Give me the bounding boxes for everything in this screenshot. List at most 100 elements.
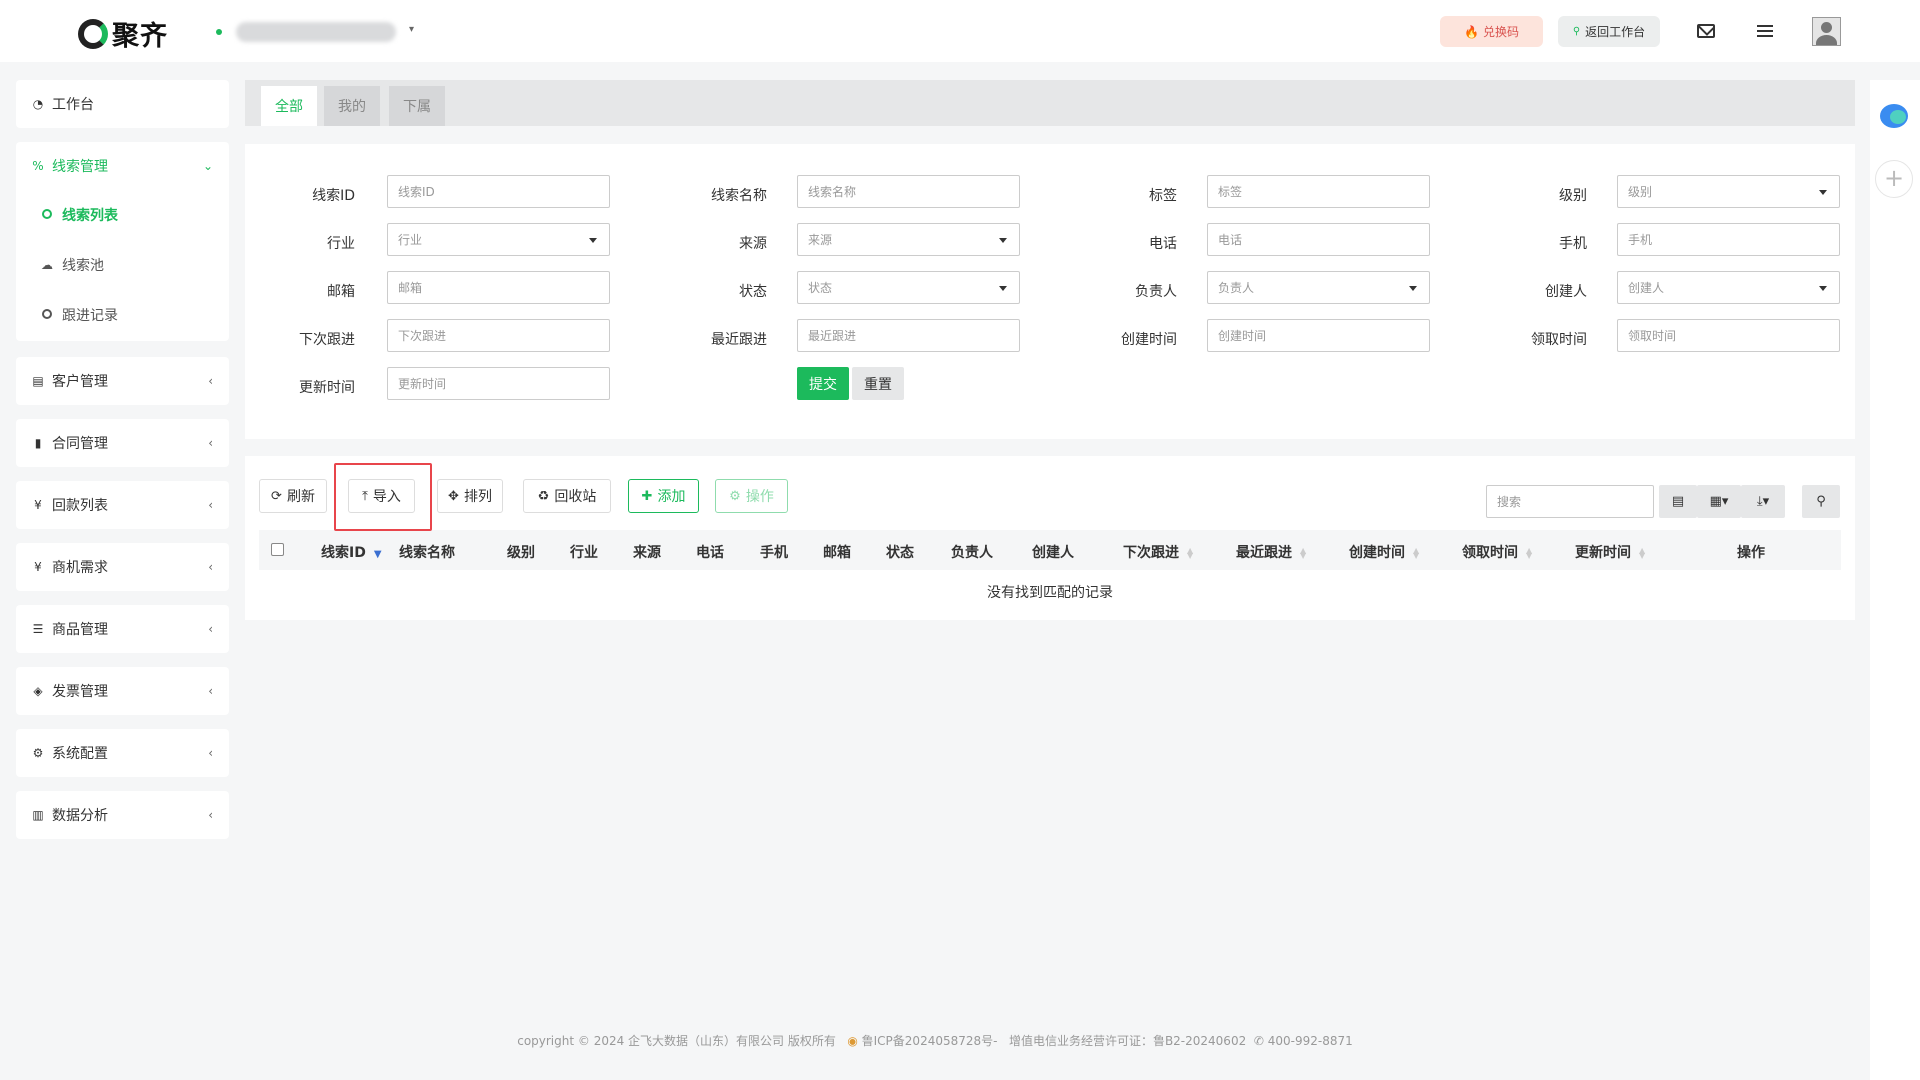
next-follow-input[interactable]: 下次跟进: [387, 319, 610, 352]
refresh-icon: ⟳: [271, 488, 282, 504]
sidebar-item-payments[interactable]: ¥ 回款列表 ‹: [16, 481, 229, 529]
export-dropdown-button[interactable]: ⤓▾: [1741, 485, 1785, 518]
sidebar-item-leads[interactable]: % 线索管理 ⌄: [16, 142, 229, 190]
last-follow-label: 最近跟进: [711, 332, 767, 348]
columns-dropdown-button[interactable]: ▦▾: [1697, 485, 1741, 518]
column-header[interactable]: 更新时间 ▲ ▼: [1575, 542, 1645, 562]
tag-input[interactable]: 标签: [1207, 175, 1430, 208]
sidebar-item-opportunities[interactable]: ¥ 商机需求 ‹: [16, 543, 229, 591]
industry-select[interactable]: 行业: [387, 223, 610, 256]
toggle-view-button[interactable]: ▤: [1659, 485, 1697, 518]
hamburger-menu-icon[interactable]: [1752, 18, 1778, 44]
lead-id-label: 线索ID: [312, 188, 355, 204]
email-label: 邮箱: [327, 284, 355, 300]
lead-id-input[interactable]: 线索ID: [387, 175, 610, 208]
refresh-button[interactable]: ⟳ 刷新: [259, 479, 327, 513]
sidebar-item-label: 商机需求: [52, 560, 108, 576]
license-text: 增值电信业务经营许可证：鲁B2-20240602: [1008, 1034, 1247, 1048]
sidebar-item-contracts[interactable]: ▮ 合同管理 ‹: [16, 419, 229, 467]
tab-all[interactable]: 全部: [261, 86, 317, 126]
sidebar-item-workbench[interactable]: ◔ 工作台: [16, 80, 229, 128]
column-header[interactable]: 线索ID ▼: [321, 542, 382, 562]
source-select[interactable]: 来源: [797, 223, 1020, 256]
table-search-input[interactable]: 搜索: [1486, 485, 1654, 518]
operate-button[interactable]: ⚙ 操作: [715, 479, 788, 513]
updated-time-input[interactable]: 更新时间: [387, 367, 610, 400]
lead-name-label: 线索名称: [711, 188, 767, 204]
column-header[interactable]: 创建时间 ▲ ▼: [1349, 542, 1419, 562]
sidebar-item-customers[interactable]: ▤ 客户管理 ‹: [16, 357, 229, 405]
plus-icon[interactable]: +: [1875, 160, 1913, 198]
chevron-left-icon: ‹: [208, 374, 213, 388]
sidebar-subitem-lead-list[interactable]: 线索列表: [16, 190, 229, 240]
gears-icon: ⚙: [32, 746, 44, 760]
creator-select[interactable]: 创建人: [1617, 271, 1840, 304]
owner-select[interactable]: 负责人: [1207, 271, 1430, 304]
sidebar-contracts-card: ▮ 合同管理 ‹: [16, 419, 229, 467]
mobile-input[interactable]: 手机: [1617, 223, 1840, 256]
column-header[interactable]: 下次跟进 ▲ ▼: [1123, 542, 1193, 562]
phone-text: 400-992-8871: [1267, 1034, 1353, 1048]
phone-input[interactable]: 电话: [1207, 223, 1430, 256]
column-header: 状态: [886, 545, 914, 561]
lead-name-input[interactable]: 线索名称: [797, 175, 1020, 208]
caret-down-icon[interactable]: ▾: [409, 24, 414, 35]
sidebar-item-invoices[interactable]: ◈ 发票管理 ‹: [16, 667, 229, 715]
logo[interactable]: 聚齐: [78, 14, 168, 53]
sidebar-item-label: 合同管理: [52, 436, 108, 452]
chevron-left-icon: ‹: [208, 498, 213, 512]
add-button[interactable]: ✚ 添加: [628, 479, 699, 513]
sidebar-products-card: ☰ 商品管理 ‹: [16, 605, 229, 653]
level-select[interactable]: 级别: [1617, 175, 1840, 208]
chat-icon[interactable]: [1880, 104, 1908, 128]
created-time-input[interactable]: 创建时间: [1207, 319, 1430, 352]
refresh-label: 刷新: [286, 489, 315, 505]
reset-button[interactable]: 重置: [852, 367, 904, 400]
sidebar-item-label: 系统配置: [52, 746, 108, 762]
redeem-code-button[interactable]: 🔥 兑换码: [1440, 16, 1543, 47]
email-input[interactable]: 邮箱: [387, 271, 610, 304]
column-header: 行业: [570, 545, 598, 561]
tab-subordinates[interactable]: 下属: [389, 86, 445, 126]
next-follow-label: 下次跟进: [299, 332, 355, 348]
sidebar-subitem-follow-records[interactable]: 跟进记录: [16, 290, 229, 340]
org-switcher[interactable]: [236, 22, 396, 42]
sidebar-customers-card: ▤ 客户管理 ‹: [16, 357, 229, 405]
right-rail: +: [1870, 80, 1920, 1080]
tags-icon: ◈: [33, 684, 43, 698]
sidebar-item-analytics[interactable]: ▥ 数据分析 ‹: [16, 791, 229, 839]
sidebar-item-products[interactable]: ☰ 商品管理 ‹: [16, 605, 229, 653]
percent-icon: %: [32, 159, 44, 173]
phone-label: 电话: [1149, 236, 1177, 252]
source-label: 来源: [739, 236, 767, 252]
recycle-bin-button[interactable]: ♻ 回收站: [523, 479, 611, 513]
sidebar-subitem-lead-pool[interactable]: ☁ 线索池: [16, 240, 229, 290]
tab-mine[interactable]: 我的: [324, 86, 380, 126]
search-button[interactable]: ⚲: [1802, 485, 1840, 518]
column-header[interactable]: 领取时间 ▲ ▼: [1462, 542, 1532, 562]
avatar[interactable]: [1812, 17, 1841, 46]
column-header[interactable]: 最近跟进 ▲ ▼: [1236, 542, 1306, 562]
last-follow-input[interactable]: 最近跟进: [797, 319, 1020, 352]
status-select[interactable]: 状态: [797, 271, 1020, 304]
mail-icon[interactable]: [1693, 18, 1719, 44]
chevron-left-icon: ‹: [208, 622, 213, 636]
plus-icon: ✚: [641, 488, 653, 504]
columns-button[interactable]: ✥ 排列: [437, 479, 503, 513]
sort-icon: ▲ ▼: [1300, 546, 1307, 560]
icp-link[interactable]: 鲁ICP备2024058728号-: [862, 1034, 998, 1048]
column-header: 负责人: [951, 545, 993, 561]
submit-button[interactable]: 提交: [797, 367, 849, 400]
claimed-time-input[interactable]: 领取时间: [1617, 319, 1840, 352]
cloud-icon: ☁: [41, 258, 53, 272]
sidebar-item-settings[interactable]: ⚙ 系统配置 ‹: [16, 729, 229, 777]
back-to-workbench-button[interactable]: ⚲ 返回工作台: [1558, 16, 1660, 47]
sidebar-item-label: 商品管理: [52, 622, 108, 638]
column-header: 手机: [760, 545, 788, 561]
top-header: 聚齐 ▾ 🔥 兑换码 ⚲ 返回工作台: [0, 0, 1920, 62]
select-all-checkbox[interactable]: [271, 543, 284, 556]
sort-icon: ▲ ▼: [1413, 546, 1420, 560]
sidebar-item-label: 回款列表: [52, 498, 108, 514]
filter-form: 线索ID 线索ID 线索名称 线索名称 标签 标签 级别 级别 行业 行业 来源…: [245, 144, 1855, 439]
sidebar-workbench-card: ◔ 工作台: [16, 80, 229, 128]
